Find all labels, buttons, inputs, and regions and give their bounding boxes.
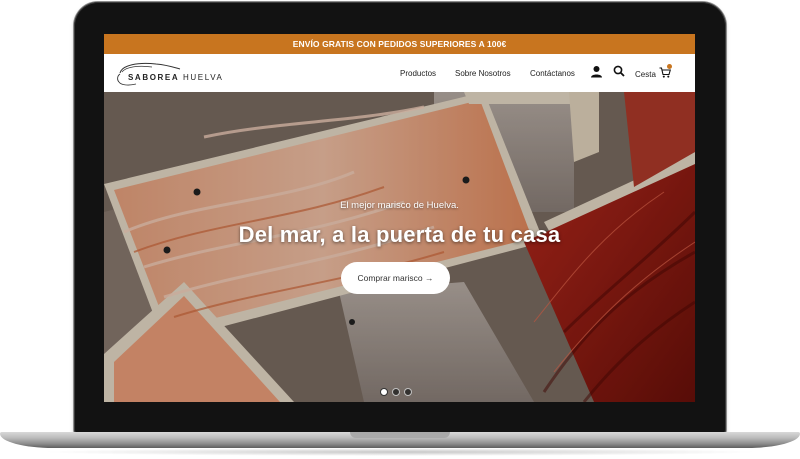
hero-slider: El mejor marisco de Huelva. Del mar, a l… bbox=[104, 92, 695, 402]
brand-logo[interactable]: SABOREA HUELVA bbox=[116, 60, 226, 88]
search-icon[interactable] bbox=[613, 65, 625, 77]
carousel-dots bbox=[380, 388, 420, 396]
hero-kicker: El mejor marisco de Huelva. bbox=[340, 200, 459, 211]
brand-wordmark-bold: SABOREA bbox=[128, 73, 180, 82]
nav-item-sobre-nosotros[interactable]: Sobre Nosotros bbox=[455, 69, 511, 78]
nav-item-contactanos[interactable]: Contáctanos bbox=[530, 69, 575, 78]
top-nav: SABOREA HUELVA Productos Sobre Nosotros … bbox=[104, 54, 695, 92]
cart-count-badge bbox=[667, 64, 672, 69]
laptop-shadow bbox=[40, 448, 760, 456]
promo-text: ENVÍO GRATIS CON PEDIDOS SUPERIORES A 10… bbox=[292, 39, 507, 49]
promo-bar: ENVÍO GRATIS CON PEDIDOS SUPERIORES A 10… bbox=[104, 34, 695, 54]
browser-viewport: ENVÍO GRATIS CON PEDIDOS SUPERIORES A 10… bbox=[104, 34, 695, 402]
carousel-dot-1[interactable] bbox=[380, 388, 388, 396]
cart-label[interactable]: Cesta bbox=[635, 70, 656, 79]
hero-title: Del mar, a la puerta de tu casa bbox=[238, 222, 561, 247]
carousel-dot-3[interactable] bbox=[404, 388, 412, 396]
nav-item-productos[interactable]: Productos bbox=[400, 69, 436, 78]
shop-seafood-button[interactable]: Comprar marisco → bbox=[341, 262, 450, 294]
laptop-notch bbox=[350, 432, 450, 438]
carousel-dot-2[interactable] bbox=[392, 388, 400, 396]
brand-wordmark-light: HUELVA bbox=[183, 73, 224, 82]
brand-wordmark: SABOREA HUELVA bbox=[128, 73, 223, 82]
user-icon[interactable] bbox=[590, 65, 603, 78]
